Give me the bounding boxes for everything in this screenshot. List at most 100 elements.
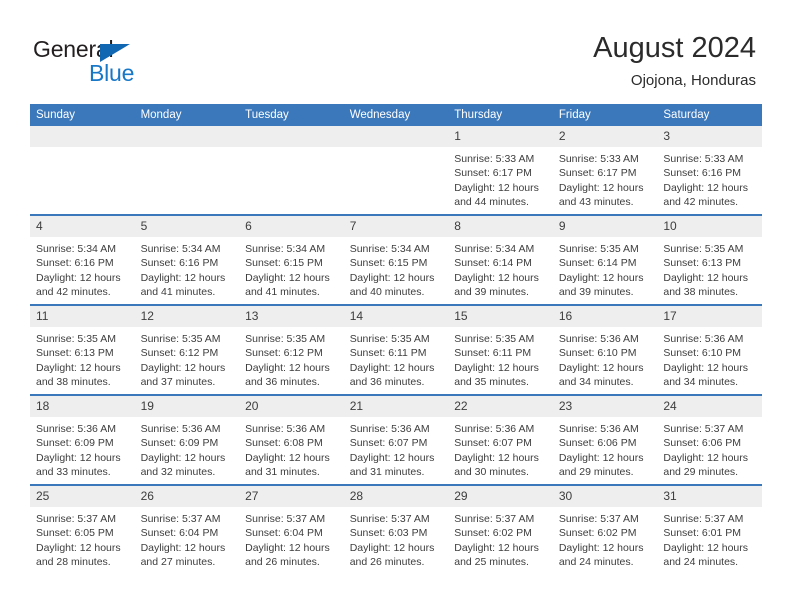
day-cell[interactable]: 9 Sunrise: 5:35 AM Sunset: 6:14 PM Daylight… xyxy=(552,214,658,305)
day-number: 23 xyxy=(552,396,658,417)
day-cell[interactable]: 14 Sunrise: 5:35 AM Sunset: 6:11 PM Dayligh… xyxy=(343,304,449,395)
daylight-text-line1: Daylight: 12 hours xyxy=(36,451,121,464)
day-cell[interactable]: 8 Sunrise: 5:34 AM Sunset: 6:14 PM Daylight… xyxy=(448,214,553,305)
sunrise-text: Sunrise: 5:35 AM xyxy=(349,333,430,345)
day-cell[interactable]: 15 Sunrise: 5:35 AM Sunset: 6:11 PM Dayligh… xyxy=(448,304,553,395)
day-cell[interactable]: 22 Sunrise: 5:36 AM Sunset: 6:07 PM Dayligh… xyxy=(448,394,553,485)
daylight-text-line2: and 34 minutes. xyxy=(663,376,739,389)
day-number: 19 xyxy=(134,396,240,417)
day-cell[interactable]: 28 Sunrise: 5:37 AM Sunset: 6:03 PM Dayligh… xyxy=(343,484,449,574)
daylight-text-line1: Daylight: 12 hours xyxy=(140,541,226,554)
day-number: 26 xyxy=(134,486,240,507)
sunrise-text: Sunrise: 5:36 AM xyxy=(140,423,221,435)
sunrise-text: Sunrise: 5:35 AM xyxy=(663,243,744,255)
daylight-text-line2: and 41 minutes. xyxy=(245,286,320,299)
day-cell[interactable]: 5 Sunrise: 5:34 AM Sunset: 6:16 PM Daylight… xyxy=(134,214,240,305)
day-info: Sunrise: 5:36 AM Sunset: 6:10 PM Daylight:… xyxy=(657,327,762,390)
sunrise-text: Sunrise: 5:35 AM xyxy=(140,333,221,345)
day-cell[interactable]: 11 Sunrise: 5:35 AM Sunset: 6:13 PM Dayligh… xyxy=(30,304,135,395)
day-cell[interactable]: 13 Sunrise: 5:35 AM Sunset: 6:12 PM Dayligh… xyxy=(239,304,344,395)
day-cell[interactable]: 2 Sunrise: 5:33 AM Sunset: 6:17 PM Daylight… xyxy=(552,126,658,215)
sunrise-text: Sunrise: 5:37 AM xyxy=(36,513,116,525)
day-cell[interactable]: 24 Sunrise: 5:37 AM Sunset: 6:06 PM Dayligh… xyxy=(657,394,762,485)
sunset-text: Sunset: 6:02 PM xyxy=(454,527,532,540)
daylight-text-line1: Daylight: 12 hours xyxy=(558,181,644,194)
sunset-text: Sunset: 6:12 PM xyxy=(245,347,323,360)
day-cell-empty xyxy=(343,126,449,215)
sunrise-text: Sunrise: 5:34 AM xyxy=(245,243,326,255)
day-cell[interactable]: 7 Sunrise: 5:34 AM Sunset: 6:15 PM Daylight… xyxy=(343,214,449,305)
sunset-text: Sunset: 6:04 PM xyxy=(245,527,323,540)
general-blue-logo[interactable]: General Blue xyxy=(33,36,233,88)
sunset-text: Sunset: 6:09 PM xyxy=(36,437,114,450)
day-number: 25 xyxy=(30,486,135,507)
calendar-week-row: 4 Sunrise: 5:34 AM Sunset: 6:16 PM Daylight… xyxy=(30,214,762,305)
day-cell[interactable]: 21 Sunrise: 5:36 AM Sunset: 6:07 PM Dayligh… xyxy=(343,394,449,485)
day-cell[interactable]: 3 Sunrise: 5:33 AM Sunset: 6:16 PM Daylight… xyxy=(657,126,762,215)
daylight-text-line1: Daylight: 12 hours xyxy=(454,181,539,194)
day-info: Sunrise: 5:37 AM Sunset: 6:02 PM Daylight:… xyxy=(553,507,658,570)
day-info: Sunrise: 5:36 AM Sunset: 6:07 PM Daylight:… xyxy=(344,417,449,480)
day-number: 8 xyxy=(448,216,553,237)
day-cell[interactable]: 17 Sunrise: 5:36 AM Sunset: 6:10 PM Dayligh… xyxy=(657,304,762,395)
day-cell[interactable]: 23 Sunrise: 5:36 AM Sunset: 6:06 PM Dayligh… xyxy=(552,394,658,485)
day-number: 20 xyxy=(239,396,344,417)
daylight-text-line2: and 38 minutes. xyxy=(663,286,739,299)
sunset-text: Sunset: 6:16 PM xyxy=(663,167,742,180)
day-info: Sunrise: 5:37 AM Sunset: 6:06 PM Daylight:… xyxy=(657,417,762,480)
day-cell[interactable]: 26 Sunrise: 5:37 AM Sunset: 6:04 PM Dayligh… xyxy=(134,484,240,574)
sunset-text: Sunset: 6:07 PM xyxy=(454,437,532,450)
daylight-text-line1: Daylight: 12 hours xyxy=(245,361,330,374)
day-cell-empty xyxy=(30,126,135,215)
daylight-text-line2: and 27 minutes. xyxy=(140,556,216,569)
day-info: Sunrise: 5:36 AM Sunset: 6:08 PM Daylight:… xyxy=(239,417,344,480)
day-number: 7 xyxy=(343,216,449,237)
calendar-week-row: 1 Sunrise: 5:33 AM Sunset: 6:17 PM Daylight… xyxy=(30,126,762,215)
day-cell[interactable]: 12 Sunrise: 5:35 AM Sunset: 6:12 PM Dayligh… xyxy=(134,304,240,395)
day-cell[interactable]: 4 Sunrise: 5:34 AM Sunset: 6:16 PM Daylight… xyxy=(30,214,135,305)
daylight-text-line1: Daylight: 12 hours xyxy=(36,271,121,284)
day-cell[interactable]: 1 Sunrise: 5:33 AM Sunset: 6:17 PM Daylight… xyxy=(448,126,553,215)
day-cell[interactable]: 25 Sunrise: 5:37 AM Sunset: 6:05 PM Dayligh… xyxy=(30,484,135,574)
weekday-header-saturday: Saturday xyxy=(657,104,762,126)
day-cell[interactable]: 27 Sunrise: 5:37 AM Sunset: 6:04 PM Dayligh… xyxy=(239,484,344,574)
daylight-text-line2: and 40 minutes. xyxy=(349,286,425,299)
day-cell[interactable]: 16 Sunrise: 5:36 AM Sunset: 6:10 PM Dayligh… xyxy=(552,304,658,395)
day-info: Sunrise: 5:36 AM Sunset: 6:09 PM Daylight:… xyxy=(135,417,240,480)
weekday-header-friday: Friday xyxy=(552,104,658,126)
day-cell[interactable]: 19 Sunrise: 5:36 AM Sunset: 6:09 PM Dayligh… xyxy=(134,394,240,485)
daylight-text-line1: Daylight: 12 hours xyxy=(663,361,749,374)
sunrise-text: Sunrise: 5:35 AM xyxy=(558,243,639,255)
sunrise-text: Sunrise: 5:37 AM xyxy=(245,513,326,525)
day-number: 30 xyxy=(552,486,658,507)
logo-text-blue: Blue xyxy=(89,60,135,86)
daylight-text-line2: and 36 minutes. xyxy=(245,376,320,389)
calendar-week-row: 18 Sunrise: 5:36 AM Sunset: 6:09 PM Dayligh… xyxy=(30,394,762,485)
day-cell[interactable]: 29 Sunrise: 5:37 AM Sunset: 6:02 PM Dayligh… xyxy=(448,484,553,574)
daylight-text-line2: and 31 minutes. xyxy=(245,466,320,479)
daylight-text-line2: and 28 minutes. xyxy=(36,556,111,569)
daylight-text-line2: and 29 minutes. xyxy=(663,466,739,479)
day-cell[interactable]: 10 Sunrise: 5:35 AM Sunset: 6:13 PM Dayligh… xyxy=(657,214,762,305)
day-cell[interactable]: 30 Sunrise: 5:37 AM Sunset: 6:02 PM Dayligh… xyxy=(552,484,658,574)
day-cell[interactable]: 18 Sunrise: 5:36 AM Sunset: 6:09 PM Dayligh… xyxy=(30,394,135,485)
daylight-text-line2: and 38 minutes. xyxy=(36,376,111,389)
daylight-text-line1: Daylight: 12 hours xyxy=(349,541,435,554)
day-info: Sunrise: 5:36 AM Sunset: 6:07 PM Daylight:… xyxy=(448,417,553,480)
sunset-text: Sunset: 6:17 PM xyxy=(558,167,637,180)
day-number xyxy=(30,126,135,147)
day-info: Sunrise: 5:36 AM Sunset: 6:06 PM Daylight:… xyxy=(553,417,658,480)
day-number: 6 xyxy=(239,216,344,237)
day-info: Sunrise: 5:37 AM Sunset: 6:01 PM Daylight:… xyxy=(657,507,762,570)
day-number: 4 xyxy=(30,216,135,237)
daylight-text-line2: and 39 minutes. xyxy=(454,286,529,299)
sunrise-text: Sunrise: 5:33 AM xyxy=(454,153,535,165)
day-cell[interactable]: 20 Sunrise: 5:36 AM Sunset: 6:08 PM Dayligh… xyxy=(239,394,344,485)
day-cell[interactable]: 31 Sunrise: 5:37 AM Sunset: 6:01 PM Dayligh… xyxy=(657,484,762,574)
day-number: 15 xyxy=(448,306,553,327)
day-number: 2 xyxy=(552,126,658,147)
daylight-text-line1: Daylight: 12 hours xyxy=(245,541,330,554)
day-info: Sunrise: 5:33 AM Sunset: 6:17 PM Daylight:… xyxy=(553,147,658,210)
daylight-text-line1: Daylight: 12 hours xyxy=(558,271,644,284)
day-cell[interactable]: 6 Sunrise: 5:34 AM Sunset: 6:15 PM Daylight… xyxy=(239,214,344,305)
